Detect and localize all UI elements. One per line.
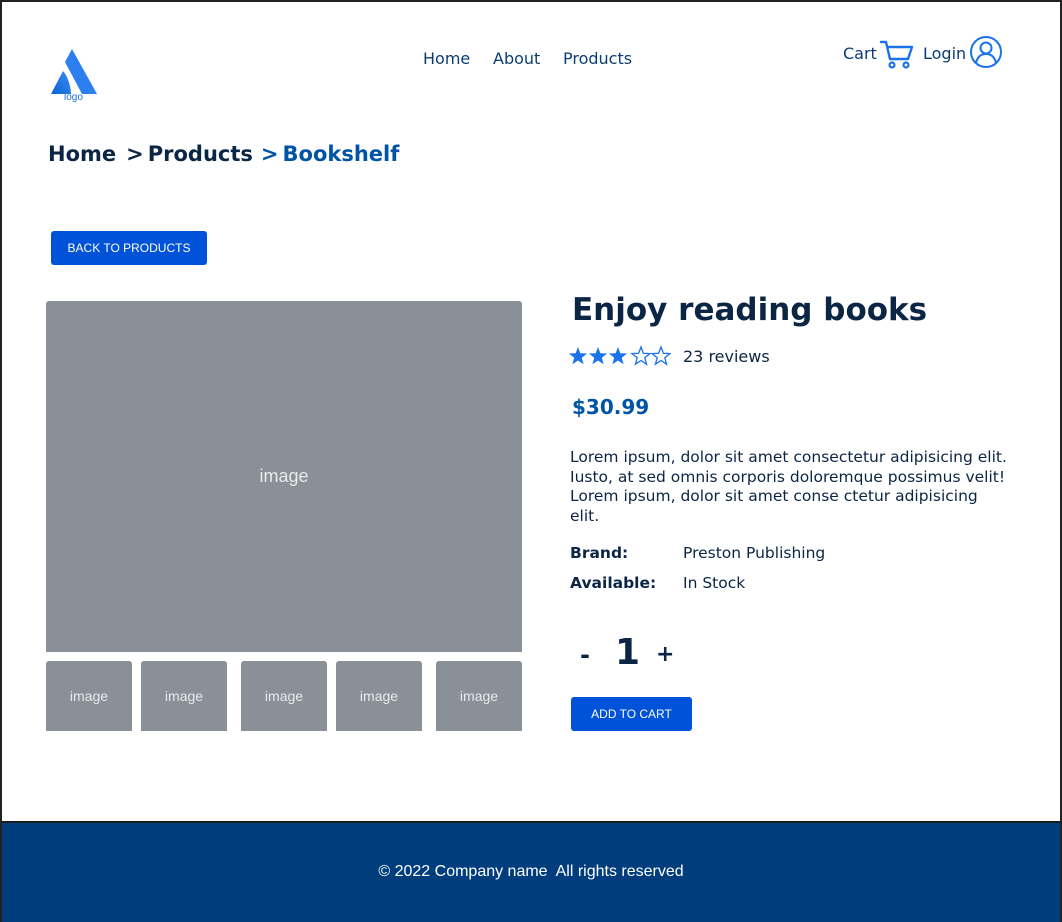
thumbnail-image[interactable]: image xyxy=(46,661,132,731)
login-link[interactable]: Login xyxy=(923,44,966,63)
brand-value: Preston Publishing xyxy=(683,544,826,562)
star-rating xyxy=(569,345,671,366)
main-product-image: image xyxy=(46,301,522,652)
star-icon xyxy=(569,347,588,365)
star-icon xyxy=(630,345,652,366)
product-price: $30.99 xyxy=(572,395,650,419)
quantity-decrement-button[interactable]: - xyxy=(580,641,590,669)
available-value: In Stock xyxy=(683,574,746,592)
nav-products[interactable]: Products xyxy=(563,49,632,68)
product-description: Lorem ipsum, dolor sit amet consectetur … xyxy=(570,448,1007,525)
breadcrumb-home[interactable]: Home xyxy=(48,142,116,166)
star-icon xyxy=(588,347,608,365)
breadcrumb-current: Bookshelf xyxy=(282,142,400,166)
star-icon xyxy=(608,347,628,365)
thumbnail-image[interactable]: image xyxy=(336,661,422,731)
back-to-products-button[interactable]: BACK TO PRODUCTS xyxy=(51,231,207,265)
available-label: Available: xyxy=(570,574,657,592)
breadcrumb: Home > Products > Bookshelf xyxy=(48,142,399,166)
nav-home[interactable]: Home xyxy=(423,49,470,68)
quantity-increment-button[interactable]: + xyxy=(656,642,674,667)
cart-link[interactable]: Cart xyxy=(843,44,877,63)
product-title: Enjoy reading books xyxy=(572,292,928,328)
quantity-value: 1 xyxy=(615,632,641,673)
logo-text: logo xyxy=(64,92,83,103)
thumbnail-image[interactable]: image xyxy=(141,661,227,731)
nav-about[interactable]: About xyxy=(493,49,540,68)
breadcrumb-products[interactable]: Products xyxy=(148,142,253,166)
thumbnail-image[interactable]: image xyxy=(436,661,522,731)
footer-copyright: © 2022 Company name All rights reserved xyxy=(378,863,684,880)
user-icon[interactable] xyxy=(969,35,1003,69)
breadcrumb-separator: > xyxy=(126,142,144,166)
brand-label: Brand: xyxy=(570,544,629,562)
cart-icon[interactable] xyxy=(879,38,915,70)
reviews-count[interactable]: 23 reviews xyxy=(683,347,770,366)
breadcrumb-separator: > xyxy=(260,142,279,166)
add-to-cart-button[interactable]: ADD TO CART xyxy=(571,697,692,731)
star-icon xyxy=(650,345,671,366)
thumbnail-image[interactable]: image xyxy=(241,661,327,731)
